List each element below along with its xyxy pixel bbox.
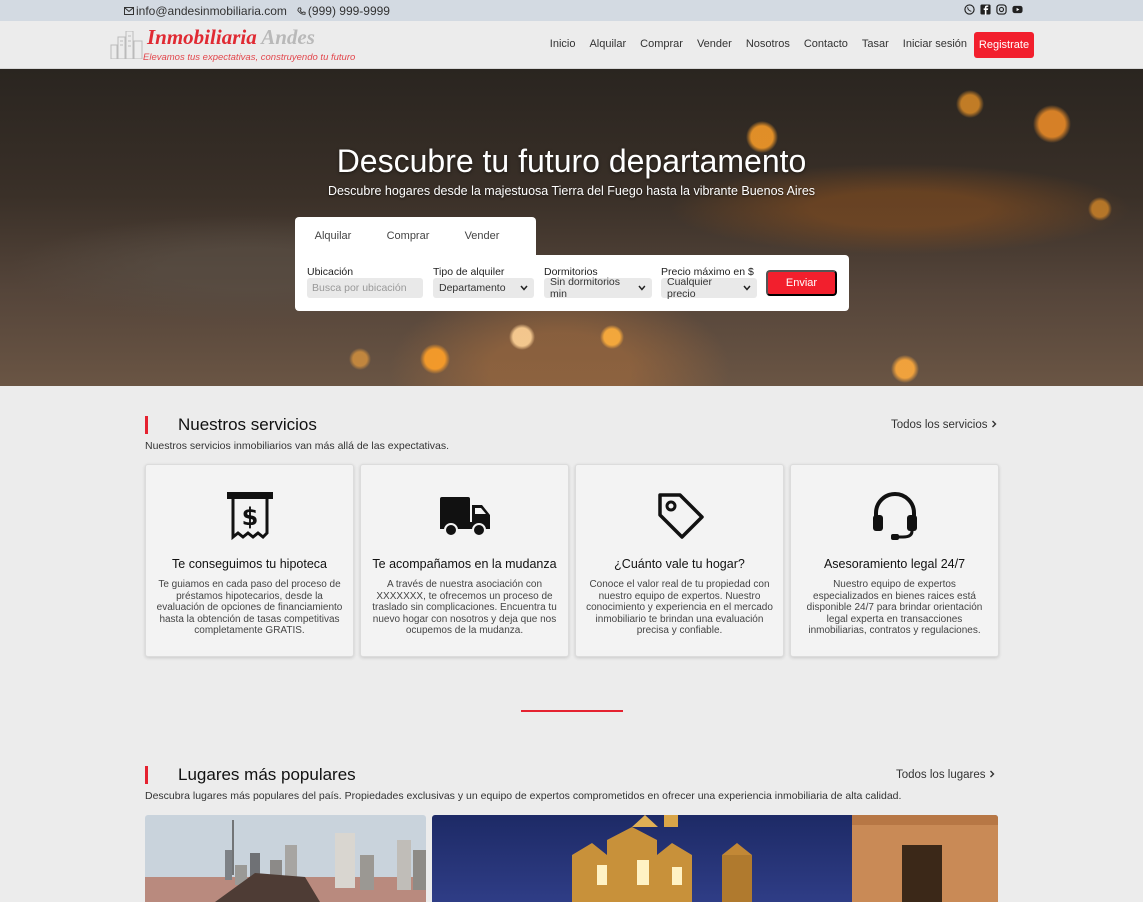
- nav-item-tasar[interactable]: Tasar: [862, 38, 889, 50]
- hero-banner: Descubre tu futuro departamento Descubre…: [0, 69, 1143, 386]
- receipt-dollar-icon: $: [226, 492, 273, 541]
- place-photo-cathedral[interactable]: [432, 815, 998, 902]
- nav-item-inicio[interactable]: Inicio: [550, 38, 576, 50]
- chevron-down-icon: [638, 285, 646, 291]
- section-divider: [521, 710, 623, 712]
- section-accent-bar: [145, 416, 148, 434]
- rooms-select-value: Sin dormitorios min: [550, 276, 621, 300]
- phone-text: (999) 999-9999: [307, 4, 390, 18]
- nav-item-nosotros[interactable]: Nosotros: [746, 38, 790, 50]
- cathedral-night-image: [432, 815, 998, 902]
- location-input[interactable]: Busca por ubicación: [307, 278, 423, 298]
- nav-item-vender[interactable]: Vender: [697, 38, 732, 50]
- chevron-down-icon: [743, 285, 751, 291]
- chevron-right-icon: [991, 420, 997, 428]
- instagram-icon[interactable]: [996, 4, 1007, 15]
- main-navbar: Inmobiliaria Andes Elevamos tus expectat…: [0, 21, 1143, 69]
- section-accent-bar: [145, 766, 148, 784]
- tab-comprar[interactable]: Comprar: [371, 217, 445, 257]
- email-text: info@andesinmobiliaria.com: [136, 4, 287, 18]
- location-label: Ubicación: [307, 266, 354, 278]
- search-tabs: Alquilar Comprar Vender: [295, 217, 536, 257]
- search-form: Ubicación Busca por ubicación Tipo de al…: [295, 255, 849, 311]
- card-text: Te guiamos en cada paso del proceso de p…: [156, 579, 343, 636]
- service-card-mortgage[interactable]: $ Te conseguimos tu hipoteca Te guiamos …: [145, 464, 354, 657]
- all-places-link[interactable]: Todos los lugares: [896, 769, 995, 781]
- type-label: Tipo de alquiler: [433, 266, 505, 278]
- card-text: A través de nuestra asociación con XXXXX…: [372, 579, 557, 636]
- phone-icon: [297, 6, 306, 15]
- card-title: Te acompañamos en la mudanza: [372, 557, 557, 571]
- headset-icon: [872, 492, 917, 540]
- tab-alquilar[interactable]: Alquilar: [295, 217, 371, 257]
- brand-name-part1: Inmobiliaria: [147, 25, 257, 49]
- social-links: [964, 4, 1023, 15]
- price-tag-icon: [657, 493, 704, 539]
- card-text: Nuestro equipo de expertos especializado…: [806, 579, 983, 636]
- nav-item-contacto[interactable]: Contacto: [804, 38, 848, 50]
- phone-contact[interactable]: (999) 999-9999: [297, 4, 390, 18]
- card-title: ¿Cuánto vale tu hogar?: [614, 557, 745, 571]
- chevron-right-icon: [989, 770, 995, 778]
- contact-info: info@andesinmobiliaria.com (999) 999-999…: [124, 4, 390, 18]
- brand-name-part2: Andes: [261, 25, 315, 49]
- place-photo-city-coast[interactable]: [145, 815, 426, 902]
- service-card-legal[interactable]: Asesoramiento legal 24/7 Nuestro equipo …: [790, 464, 999, 657]
- all-services-link-text: Todos los servicios: [891, 419, 988, 431]
- all-services-link[interactable]: Todos los servicios: [891, 419, 997, 431]
- brand-logo[interactable]: Inmobiliaria Andes Elevamos tus expectat…: [110, 25, 370, 65]
- hero-title: Descubre tu futuro departamento: [336, 143, 807, 179]
- chevron-down-icon: [520, 285, 528, 291]
- truck-icon: [439, 497, 490, 537]
- buildings-logo-icon: [110, 31, 143, 59]
- rooms-select[interactable]: Sin dormitorios min: [544, 276, 652, 300]
- youtube-icon[interactable]: [1012, 4, 1023, 15]
- email-contact[interactable]: info@andesinmobiliaria.com: [124, 4, 287, 18]
- nav-item-comprar[interactable]: Comprar: [640, 38, 683, 50]
- places-title: Lugares más populares: [178, 765, 356, 784]
- service-card-moving[interactable]: Te acompañamos en la mudanza A través de…: [360, 464, 569, 657]
- nav-item-login[interactable]: Iniciar sesión: [903, 38, 967, 50]
- price-select-value: Cualquier precio: [667, 276, 712, 300]
- type-select[interactable]: Departamento: [433, 278, 534, 298]
- card-title: Asesoramiento legal 24/7: [823, 557, 966, 571]
- all-places-link-text: Todos los lugares: [896, 769, 986, 781]
- nav-menu: Inicio Alquilar Comprar Vender Nosotros …: [550, 38, 967, 50]
- hero-subtitle: Descubre hogares desde la majestuosa Tie…: [327, 184, 816, 198]
- city-skyline-image: [145, 815, 426, 902]
- places-description: Descubra lugares más populares del país.…: [145, 790, 902, 802]
- nav-item-alquilar[interactable]: Alquilar: [589, 38, 626, 50]
- brand-tagline: Elevamos tus expectativas, construyendo …: [143, 52, 356, 63]
- type-select-value: Departamento: [439, 282, 506, 294]
- svg-text:$: $: [241, 503, 258, 531]
- submit-search-button[interactable]: Enviar: [766, 270, 837, 296]
- top-contact-bar: info@andesinmobiliaria.com (999) 999-999…: [0, 0, 1143, 21]
- price-select[interactable]: Cualquier precio: [661, 276, 757, 300]
- facebook-icon[interactable]: [980, 4, 991, 15]
- card-text: Conoce el valor real de tu propiedad con…: [586, 579, 773, 636]
- service-card-valuation[interactable]: ¿Cuánto vale tu hogar? Conoce el valor r…: [575, 464, 784, 657]
- whatsapp-icon[interactable]: [964, 4, 975, 15]
- card-title: Te conseguimos tu hipoteca: [172, 557, 327, 571]
- brand-name: Inmobiliaria Andes: [147, 25, 315, 50]
- tab-vender[interactable]: Vender: [445, 217, 519, 257]
- services-description: Nuestros servicios inmobiliarios van más…: [145, 440, 450, 452]
- services-title: Nuestros servicios: [178, 415, 317, 434]
- envelope-icon: [124, 7, 134, 15]
- register-button[interactable]: Registrate: [974, 32, 1034, 58]
